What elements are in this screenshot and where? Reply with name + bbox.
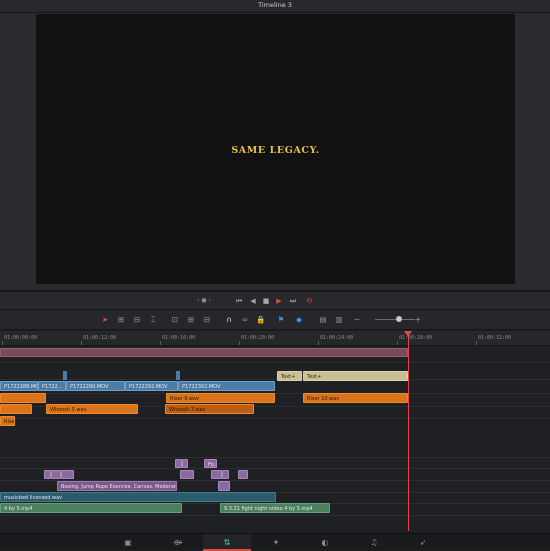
ruler-tick (81, 341, 82, 345)
clip-marker[interactable] (63, 371, 67, 380)
linked-selection-icon[interactable]: ∞ (240, 315, 250, 325)
track-divider (0, 515, 550, 516)
loop-icon[interactable]: ⟲ (304, 296, 314, 306)
zoom-slider-handle[interactable] (396, 316, 402, 322)
selection-tool-icon[interactable]: ➤ (100, 315, 110, 325)
timecode-label: 01:00:20:00 (241, 335, 275, 341)
replace-clip-icon[interactable]: ⊟ (202, 315, 212, 325)
overwrite-clip-icon[interactable]: ⊞ (186, 315, 196, 325)
track-divider (0, 393, 550, 394)
audio-view-icon[interactable]: ▥ (334, 315, 344, 325)
video-clip[interactable]: P1722292.MOV (125, 381, 178, 391)
timecode-label: 01:00:08:00 (4, 335, 38, 341)
track-divider (0, 468, 550, 469)
audio-clip-music[interactable]: musicbed licensed.wav (0, 492, 276, 502)
marker-icon[interactable]: ◆ (294, 315, 304, 325)
audio-clip-fx[interactable] (238, 470, 248, 479)
snapping-icon[interactable]: ∩ (224, 315, 234, 325)
playhead-handle[interactable] (404, 331, 412, 337)
video-clip[interactable]: P1722290.MOV (66, 381, 125, 391)
flag-icon[interactable]: ⚑ (276, 315, 286, 325)
audio-clip-fx[interactable] (211, 470, 222, 479)
zoom-slider[interactable] (375, 319, 415, 320)
viewer-overlay-text: SAME LEGACY. (231, 145, 320, 156)
clip-marker[interactable] (176, 371, 180, 380)
ruler-tick (160, 341, 161, 345)
audio-clip-fx[interactable] (182, 459, 188, 468)
audio-clip-sfx[interactable]: Riser 9.wav (166, 393, 275, 403)
deliver-icon[interactable]: ➶ (417, 537, 429, 548)
viewer-canvas[interactable]: SAME LEGACY. (36, 14, 515, 284)
track-divider (0, 457, 550, 458)
audio-clip-sfx[interactable]: Whoosh 5.wav (46, 404, 138, 414)
ruler-tick (318, 341, 319, 345)
track-divider (0, 379, 550, 380)
reverse-play-icon[interactable]: ◀ (248, 296, 258, 306)
play-icon[interactable]: ▶ (274, 296, 284, 306)
title-clip[interactable]: Text+ (277, 371, 302, 381)
audio-clip-fx[interactable] (61, 470, 74, 479)
audio-clip-sfx[interactable] (0, 404, 32, 414)
timecode-label: 01:00:12:00 (83, 335, 117, 341)
edit-toolbar: ➤ ⊞ ⊟ ⌶ ⊡ ⊞ ⊟ ∩ ∞ 🔒 ⚑ ◆ ▤ ▥ − + (0, 310, 550, 330)
timeline-ruler[interactable]: 01:00:08:00 01:00:12:00 01:00:16:00 01:0… (0, 331, 550, 346)
jog-wheel-icon[interactable]: ‹ ● › (196, 297, 212, 305)
audio-clip-sfx[interactable] (0, 393, 46, 403)
audio-clip-dialogue[interactable]: 4 by 5.mp4 (0, 503, 182, 513)
first-frame-icon[interactable]: ⏮ (234, 296, 244, 306)
audio-clip-sfx[interactable]: Whoosh 7.wav (165, 404, 254, 414)
timecode-label: 01:00:24:00 (320, 335, 354, 341)
video-clip[interactable]: P1722... (38, 381, 66, 391)
ruler-tick (239, 341, 240, 345)
audio-clip-dialogue[interactable]: 9.3.21 fight night video 4 by 5.mp4 (220, 503, 330, 513)
audio-clip-fx[interactable] (218, 481, 230, 491)
playhead-line[interactable] (408, 331, 409, 531)
audio-clip-fx[interactable] (180, 470, 194, 479)
title-clip[interactable]: Text+ (303, 371, 408, 381)
dynamic-trim-icon[interactable]: ⊟ (132, 315, 142, 325)
insert-clip-icon[interactable]: ⊡ (170, 315, 180, 325)
timeline-view-icon[interactable]: ▤ (318, 315, 328, 325)
blade-tool-icon[interactable]: ⌶ (148, 315, 158, 325)
audio-clip-fx[interactable] (175, 459, 182, 468)
color-icon[interactable]: ◐ (319, 537, 331, 548)
track-divider (0, 362, 550, 363)
cut-icon[interactable]: ⟴ (172, 537, 184, 548)
adjustment-clip[interactable] (0, 348, 408, 357)
ruler-tick (2, 341, 3, 345)
media-icon[interactable]: ▣ (122, 537, 134, 548)
trim-tool-icon[interactable]: ⊞ (116, 315, 126, 325)
timecode-label: 01:00:32:00 (478, 335, 512, 341)
zoom-out-icon[interactable]: − (352, 315, 362, 325)
viewer-panel: SAME LEGACY. (0, 13, 550, 290)
ruler-tick (476, 341, 477, 345)
page-switcher-bar: ▣ ⟴ ⇅ ✦ ◐ ♫ ➶ (0, 533, 550, 551)
last-frame-icon[interactable]: ⏭ (288, 296, 298, 306)
audio-clip-fx[interactable] (51, 470, 61, 479)
transport-bar: ‹ ● › ⏮ ◀ ■ ▶ ⏭ ⟲ (0, 292, 550, 310)
video-clip[interactable]: P1722302.MOV (178, 381, 275, 391)
ruler-tick (397, 341, 398, 345)
stop-icon[interactable]: ■ (261, 296, 271, 306)
audio-clip-fx[interactable]: Fo... (204, 459, 217, 468)
edit-icon[interactable]: ⇅ (221, 537, 233, 548)
fairlight-icon[interactable]: ♫ (368, 537, 380, 548)
timeline-title: Timeline 3 (258, 1, 292, 9)
audio-clip-sfx[interactable]: Riser 10.wav (303, 393, 408, 403)
position-lock-icon[interactable]: 🔒 (256, 315, 266, 325)
audio-clip-fx[interactable] (44, 470, 51, 479)
title-bar: Timeline 3 (0, 0, 550, 13)
audio-clip-fx[interactable] (222, 470, 229, 479)
zoom-in-icon[interactable]: + (413, 315, 423, 325)
timecode-label: 01:00:16:00 (162, 335, 196, 341)
audio-clip-ambience[interactable]: Boxing, Jump Rope Exercise, Canvas, Mode… (57, 481, 177, 491)
video-clip[interactable]: P1722288.MOV (0, 381, 38, 391)
track-divider (0, 418, 550, 419)
fusion-icon[interactable]: ✦ (270, 537, 282, 548)
audio-clip-sfx[interactable]: Riser 9... (0, 416, 15, 426)
